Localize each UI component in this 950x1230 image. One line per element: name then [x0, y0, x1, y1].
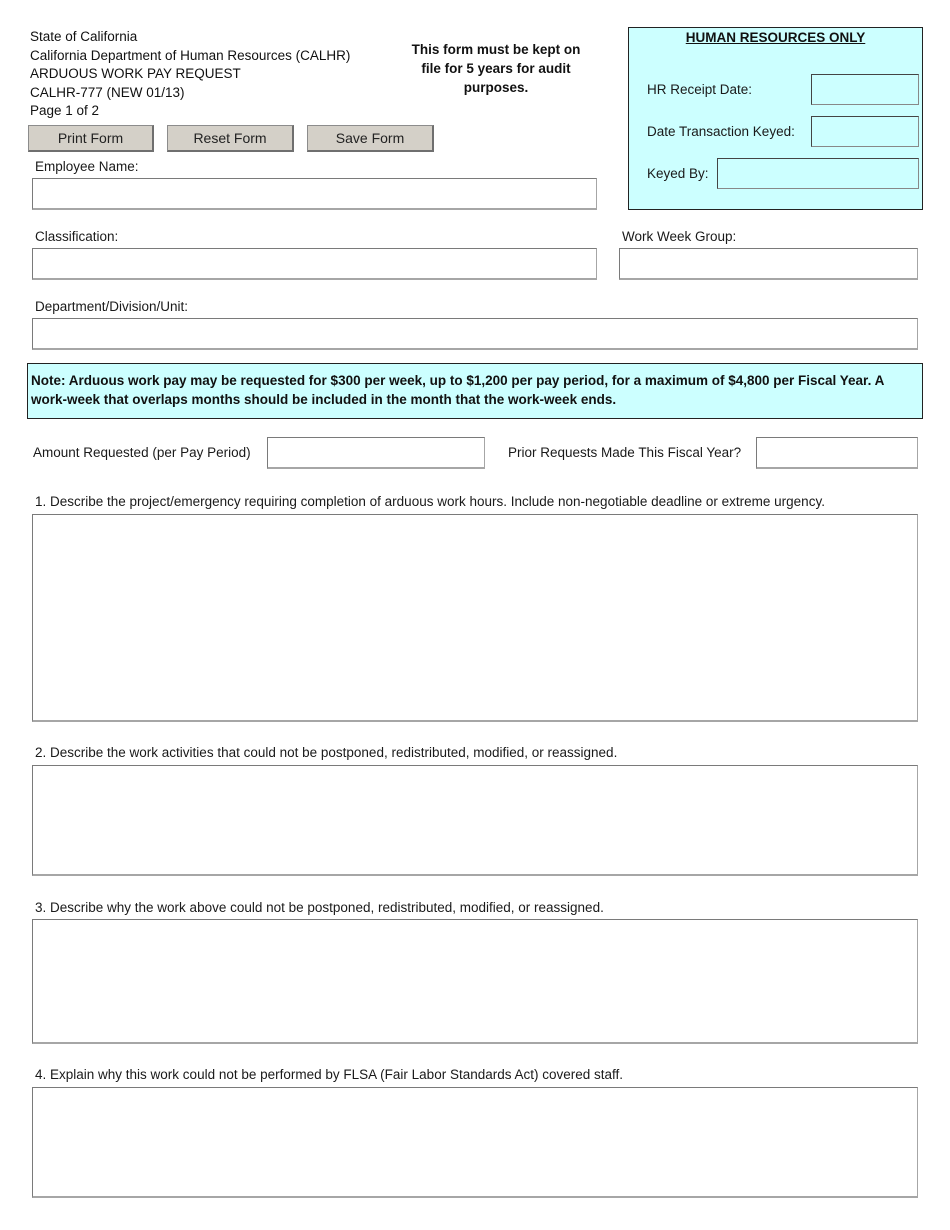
question-3-label: 3. Describe why the work above could not…	[35, 900, 604, 915]
retention-notice: This form must be kept on file for 5 yea…	[411, 42, 581, 95]
work-week-group-label: Work Week Group:	[622, 229, 737, 244]
print-form-button[interactable]: Print Form	[28, 125, 154, 152]
form-title: ARDUOUS WORK PAY REQUEST	[30, 66, 241, 81]
question-2-field[interactable]	[32, 765, 918, 876]
keyed-by-label: Keyed By:	[647, 166, 709, 181]
save-form-button[interactable]: Save Form	[307, 125, 434, 152]
hr-receipt-date-field[interactable]	[811, 74, 919, 105]
department-label: Department/Division/Unit:	[35, 299, 189, 314]
hr-only-title: HUMAN RESOURCES ONLY	[685, 30, 866, 45]
question-1-field[interactable]	[32, 514, 918, 722]
state-name: State of California	[30, 29, 138, 44]
classification-field[interactable]	[32, 248, 597, 280]
prior-requests-field[interactable]	[756, 437, 918, 469]
employee-name-label: Employee Name:	[35, 159, 139, 174]
department-field[interactable]	[32, 318, 918, 350]
pay-limit-note: Note: Arduous work pay may be requested …	[27, 363, 923, 419]
amount-requested-label: Amount Requested (per Pay Period)	[33, 445, 251, 460]
date-transaction-keyed-field[interactable]	[811, 116, 919, 147]
hr-receipt-date-label: HR Receipt Date:	[647, 82, 753, 97]
hr-only-panel: HUMAN RESOURCES ONLY HR Receipt Date: Da…	[628, 27, 923, 210]
question-4-field[interactable]	[32, 1087, 918, 1198]
form-number: CALHR-777 (NEW 01/13)	[30, 84, 185, 100]
question-2-label: 2. Describe the work activities that cou…	[35, 745, 618, 760]
reset-form-button[interactable]: Reset Form	[167, 125, 294, 152]
page-indicator: Page 1 of 2	[30, 103, 100, 118]
work-week-group-field[interactable]	[619, 248, 918, 280]
department-name: California Department of Human Resources…	[30, 47, 351, 63]
employee-name-field[interactable]	[32, 178, 597, 210]
question-3-field[interactable]	[32, 919, 918, 1044]
date-transaction-keyed-label: Date Transaction Keyed:	[647, 124, 795, 139]
classification-label: Classification:	[35, 229, 119, 244]
question-1-label: 1. Describe the project/emergency requir…	[35, 494, 825, 509]
amount-requested-field[interactable]	[267, 437, 485, 469]
question-4-label: 4. Explain why this work could not be pe…	[35, 1067, 624, 1082]
prior-requests-label: Prior Requests Made This Fiscal Year?	[508, 445, 742, 460]
keyed-by-field[interactable]	[717, 158, 919, 189]
